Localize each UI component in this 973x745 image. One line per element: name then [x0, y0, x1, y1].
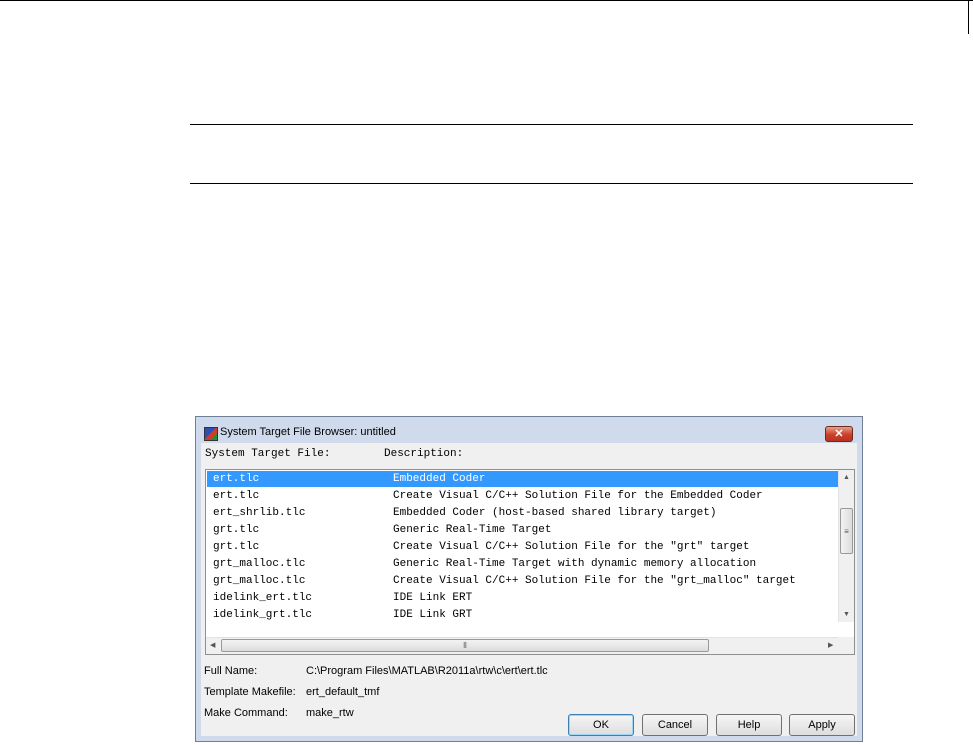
- list-item-file: grt_malloc.tlc: [213, 575, 306, 587]
- template-makefile-label: Template Makefile:: [204, 686, 296, 698]
- help-button[interactable]: Help: [716, 714, 782, 736]
- list-item-description: Embedded Coder: [393, 473, 486, 485]
- list-item-description: Create Visual C/C++ Solution File for th…: [393, 541, 750, 553]
- list-item-file: grt.tlc: [213, 524, 260, 536]
- vertical-scrollbar[interactable]: ▲ ≡ ▼: [838, 470, 854, 622]
- simulink-icon: [204, 427, 218, 441]
- list-item[interactable]: ert.tlc Embedded Coder: [207, 471, 839, 487]
- list-item-description: Generic Real-Time Target: [393, 524, 552, 536]
- list-item-file: grt.tlc: [213, 541, 260, 553]
- page-corner-mark: [968, 0, 969, 34]
- dialog-title: System Target File Browser: untitled: [220, 426, 396, 438]
- list-item-description: Create Visual C/C++ Solution File for th…: [393, 575, 796, 587]
- list-item[interactable]: grt_malloc.tlc Generic Real-Time Target w…: [207, 556, 839, 572]
- column-header-file: System Target File:: [205, 448, 331, 460]
- scroll-corner: [838, 637, 854, 654]
- ok-button[interactable]: OK: [568, 714, 634, 736]
- section-rule-upper: [190, 124, 913, 125]
- list-item[interactable]: grt.tlc Generic Real-Time Target: [207, 522, 839, 538]
- full-name-label: Full Name:: [204, 665, 258, 677]
- horizontal-scrollbar[interactable]: ◀ ⦀ ▶: [206, 637, 840, 654]
- system-target-file-browser-dialog: System Target File Browser: untitled ✕ S…: [195, 416, 863, 742]
- list-item-description: IDE Link ERT: [393, 592, 473, 604]
- list-item[interactable]: idelink_ert.tlc IDE Link ERT: [207, 590, 839, 606]
- vertical-scroll-thumb[interactable]: ≡: [840, 508, 853, 554]
- column-header-description: Description:: [384, 448, 464, 460]
- cancel-button[interactable]: Cancel: [642, 714, 708, 736]
- scroll-right-arrow-icon[interactable]: ▶: [828, 642, 833, 649]
- list-item-file: ert.tlc: [213, 490, 260, 502]
- section-rule-lower: [190, 183, 913, 184]
- scroll-left-arrow-icon[interactable]: ◀: [210, 642, 215, 649]
- list-item-file: ert.tlc: [213, 473, 260, 485]
- list-item[interactable]: grt.tlc Create Visual C/C++ Solution File…: [207, 539, 839, 555]
- apply-button[interactable]: Apply: [789, 714, 855, 736]
- horizontal-scroll-thumb[interactable]: ⦀: [221, 639, 709, 652]
- dialog-body: System Target File: Description: ert.tlc…: [201, 443, 857, 736]
- full-name-value: C:\Program Files\MATLAB\R2011a\rtw\c\ert…: [306, 665, 548, 677]
- list-item-file: ert_shrlib.tlc: [213, 507, 306, 519]
- close-button[interactable]: ✕: [825, 426, 853, 442]
- list-item[interactable]: idelink_grt.tlc IDE Link GRT: [207, 607, 839, 623]
- list-item-file: grt_malloc.tlc: [213, 558, 306, 570]
- list-item[interactable]: ert_shrlib.tlc Embedded Coder (host-based…: [207, 505, 839, 521]
- make-command-label: Make Command:: [204, 707, 288, 719]
- make-command-value: make_rtw: [306, 707, 354, 719]
- template-makefile-value: ert_default_tmf: [306, 686, 380, 698]
- scroll-down-arrow-icon[interactable]: ▼: [843, 611, 850, 618]
- list-item-description: Create Visual C/C++ Solution File for th…: [393, 490, 763, 502]
- list-item-description: IDE Link GRT: [393, 609, 473, 621]
- list-item-description: Generic Real-Time Target with dynamic me…: [393, 558, 757, 570]
- close-icon: ✕: [834, 427, 844, 440]
- list-item-description: Embedded Coder (host-based shared librar…: [393, 507, 717, 519]
- list-item-file: idelink_ert.tlc: [213, 592, 313, 604]
- scroll-up-arrow-icon[interactable]: ▲: [843, 474, 850, 481]
- target-file-list[interactable]: ert.tlc Embedded Coder ert.tlc Create Visua…: [205, 469, 855, 655]
- list-item[interactable]: ert.tlc Create Visual C/C++ Solution File…: [207, 488, 839, 504]
- page-top-rule: [0, 0, 973, 1]
- list-item[interactable]: grt_malloc.tlc Create Visual C/C++ Soluti…: [207, 573, 839, 589]
- list-item-file: idelink_grt.tlc: [213, 609, 313, 621]
